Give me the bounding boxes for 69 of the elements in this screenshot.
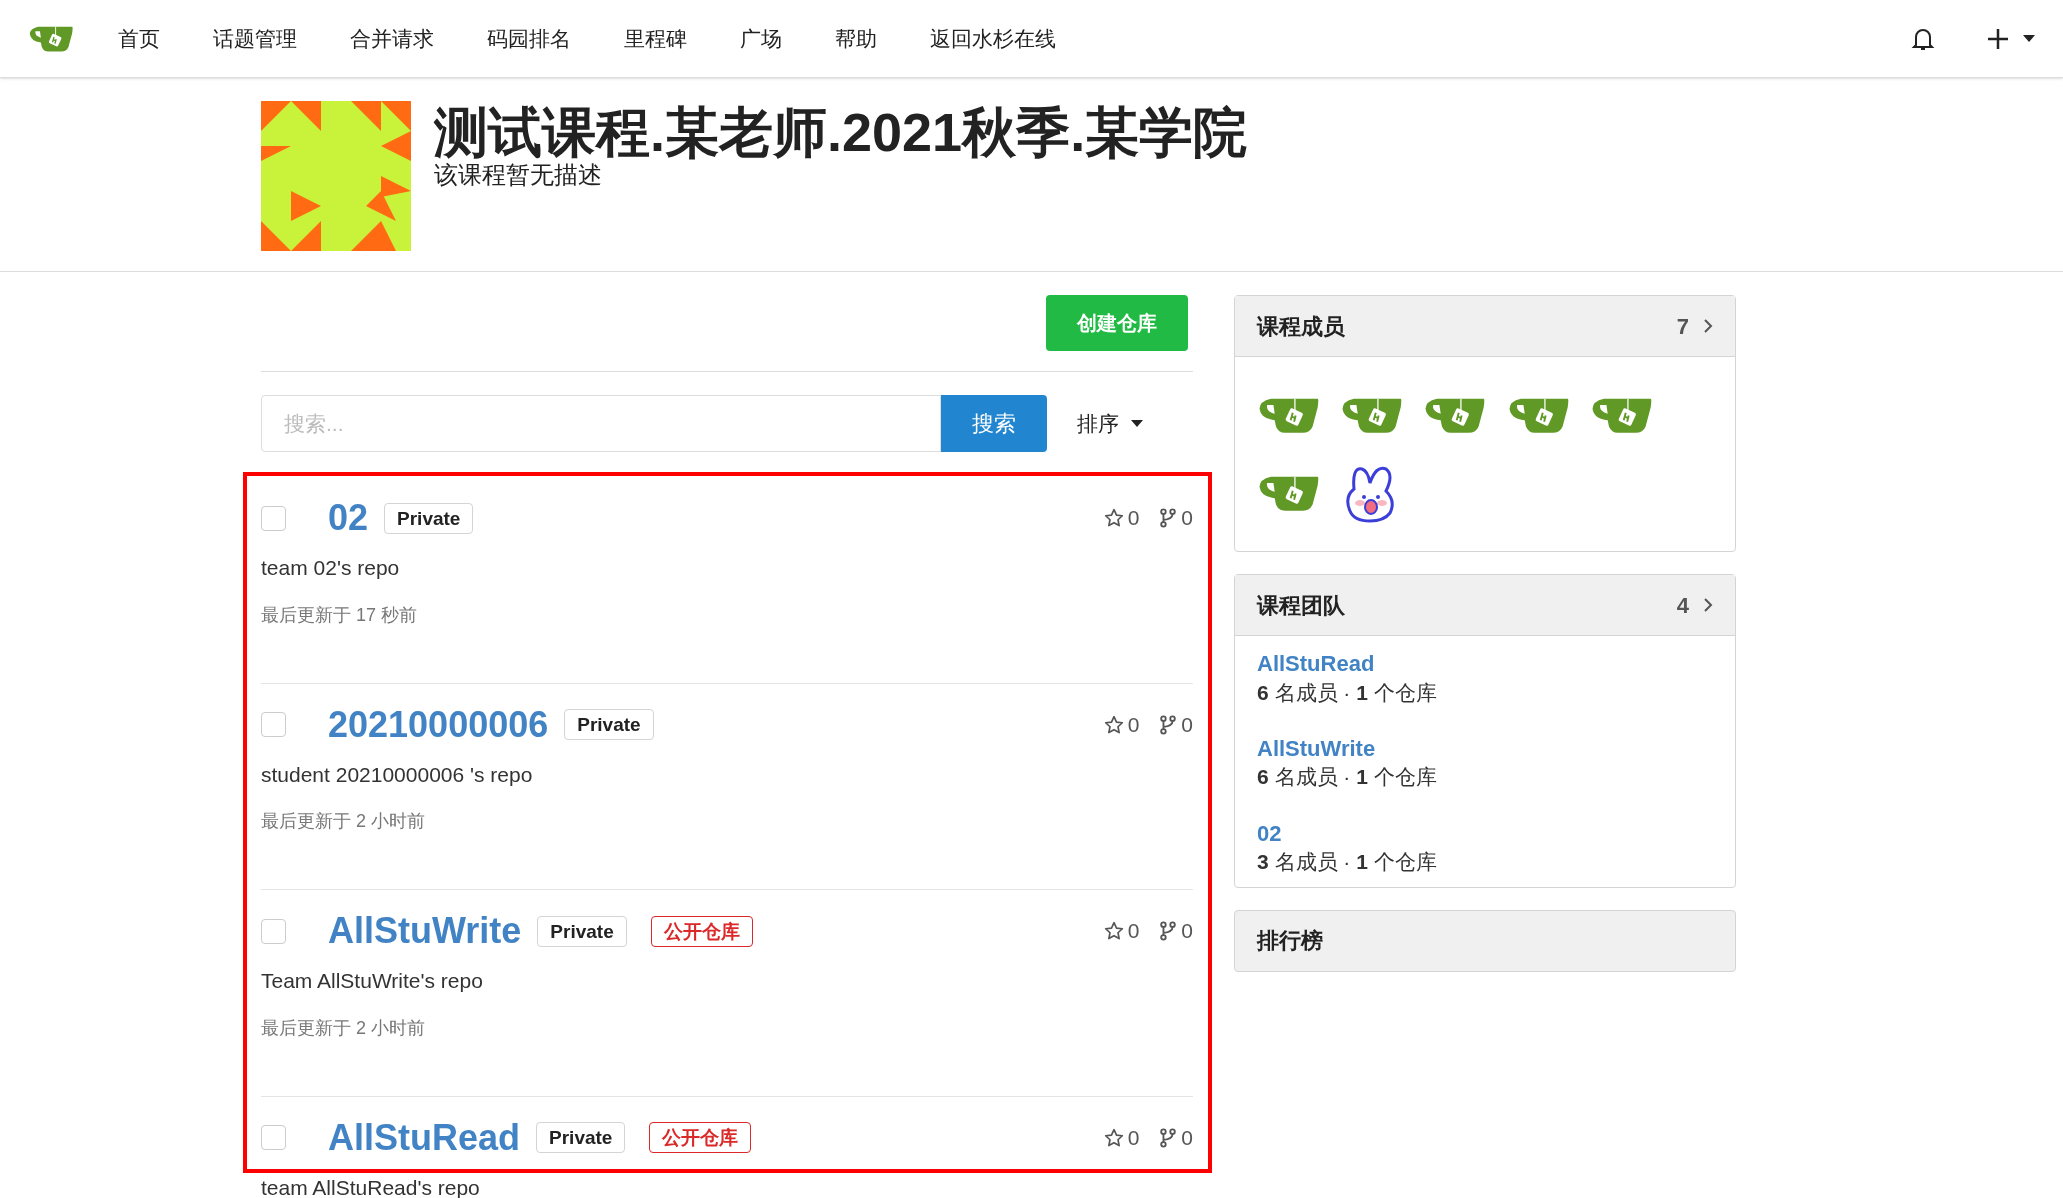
create-menu-button[interactable] — [1987, 27, 2035, 50]
fork-icon — [1159, 1127, 1178, 1148]
fork-icon — [1159, 921, 1178, 941]
repo-updated-time: 最后更新于 17 秒前 — [261, 603, 419, 627]
star-count: 0 — [1127, 1124, 1140, 1151]
repo-description: Team AllStuWrite's repo — [261, 968, 484, 994]
panel-title: 排行榜 — [1257, 927, 1323, 956]
star-count: 0 — [1127, 918, 1140, 945]
public-tag: 公开仓库 — [649, 1122, 752, 1153]
team-stats: 6 名成员 · 1 个仓库 — [1257, 679, 1438, 706]
private-tag: Private — [564, 709, 654, 740]
caret-icon — [1131, 420, 1143, 427]
star-icon — [1103, 508, 1124, 528]
nav-link[interactable]: 帮助 — [835, 22, 877, 55]
chevron-right-icon[interactable] — [1703, 597, 1713, 613]
repo-checkbox[interactable] — [261, 918, 286, 944]
repo-name-link[interactable]: AllStuWrite — [328, 913, 522, 949]
private-tag: Private — [384, 502, 474, 534]
team-count: 4 — [1676, 591, 1689, 620]
star-count: 0 — [1127, 505, 1140, 532]
repo-updated-time: 最后更新于 2 小时前 — [261, 1016, 426, 1040]
plus-icon — [1987, 27, 2009, 50]
nav-link[interactable]: 话题管理 — [213, 22, 297, 55]
star-count: 0 — [1127, 711, 1140, 738]
repo-updated-time: 最后更新于 2 小时前 — [261, 810, 426, 833]
nav-link[interactable]: 里程碑 — [624, 22, 687, 55]
private-tag: Private — [536, 1122, 626, 1153]
nav-link[interactable]: 返回水杉在线 — [930, 22, 1056, 55]
team-name-link[interactable]: AllStuRead — [1257, 650, 1713, 678]
repo-description: team 02's repo — [261, 555, 401, 581]
team-stats: 3 名成员 · 1 个仓库 — [1257, 849, 1438, 876]
nav-link[interactable]: 码园排名 — [487, 22, 571, 55]
cup-logo-icon — [28, 24, 74, 53]
fork-count: 0 — [1181, 505, 1193, 532]
fork-icon — [1159, 508, 1178, 528]
search-field[interactable]: 搜索... — [261, 395, 941, 452]
fork-count: 0 — [1181, 1124, 1193, 1151]
team-stats: 6 名成员 · 1 个仓库 — [1257, 764, 1438, 791]
nav-link[interactable]: 广场 — [740, 22, 782, 55]
repo-checkbox[interactable] — [261, 712, 286, 737]
repo-description: team AllStuRead's repo — [261, 1174, 481, 1198]
fork-count: 0 — [1181, 711, 1193, 738]
repo-checkbox[interactable] — [261, 505, 286, 531]
repo-checkbox[interactable] — [261, 1125, 286, 1150]
public-tag: 公开仓库 — [650, 915, 753, 947]
repo-name-link[interactable]: 02 — [328, 500, 369, 536]
chevron-right-icon[interactable] — [1703, 318, 1713, 334]
member-count: 7 — [1676, 312, 1689, 341]
sort-dropdown[interactable]: 排序 — [1077, 407, 1143, 440]
nav-link[interactable]: 合并请求 — [350, 22, 434, 55]
panel-title: 课程成员 — [1257, 312, 1345, 341]
repo-name-link[interactable]: AllStuRead — [328, 1119, 521, 1156]
star-icon — [1103, 714, 1124, 735]
fork-count: 0 — [1181, 918, 1193, 945]
nav-link[interactable]: 首页 — [118, 22, 160, 55]
search-button[interactable]: 搜索 — [941, 395, 1047, 452]
course-avatar-icon — [261, 101, 411, 251]
repo-description: student 20210000006 's repo — [261, 761, 534, 788]
caret-icon — [2023, 35, 2035, 42]
star-icon — [1103, 1127, 1124, 1148]
star-icon — [1103, 921, 1124, 941]
team-name-link[interactable]: AllStuWrite — [1257, 734, 1713, 763]
fork-icon — [1159, 714, 1178, 735]
panel-title: 课程团队 — [1257, 591, 1345, 620]
team-name-link[interactable]: 02 — [1257, 819, 1713, 848]
course-description: 该课程暂无描述 — [434, 162, 603, 189]
repo-name-link[interactable]: 20210000006 — [328, 706, 549, 743]
private-tag: Private — [537, 915, 627, 947]
course-title: 测试课程.某老师.2021秋季.某学院 — [434, 103, 1248, 163]
